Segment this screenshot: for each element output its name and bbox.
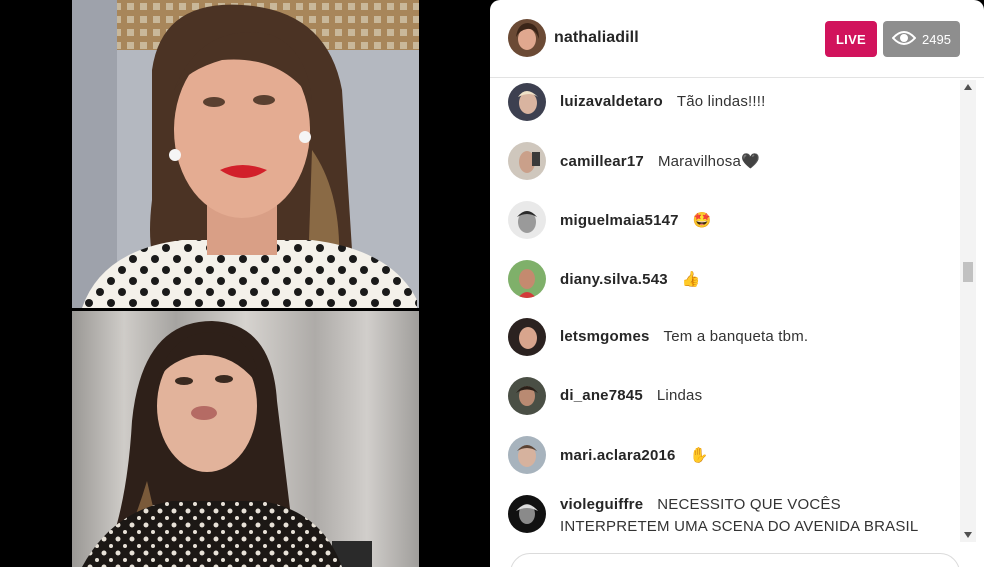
viewer-count-badge: 2495 — [883, 21, 960, 57]
comment-avatar[interactable] — [508, 436, 546, 474]
comment-text: diany.silva.543 👍 — [560, 270, 701, 288]
comment-text: violeguiffre NECESSITO QUE VOCÊS INTERPRE… — [560, 494, 940, 538]
comment-username[interactable]: violeguiffre — [560, 496, 643, 513]
comment-username[interactable]: luizavaldetaro — [560, 93, 663, 110]
comment-text: mari.aclara2016 ✋ — [560, 446, 709, 464]
comment-item: miguelmaia5147 🤩 — [508, 201, 958, 241]
eye-icon — [891, 30, 917, 49]
comment-item: violeguiffre NECESSITO QUE VOCÊS INTERPRE… — [508, 495, 958, 535]
scrollbar-thumb[interactable] — [963, 262, 973, 282]
comment-text: letsmgomes Tem a banqueta tbm. — [560, 328, 808, 345]
avatar-image — [508, 19, 546, 57]
host-username[interactable]: nathaliadill — [554, 29, 639, 47]
comment-avatar[interactable] — [508, 142, 546, 180]
comment-avatar[interactable] — [508, 201, 546, 239]
comment-text: miguelmaia5147 🤩 — [560, 211, 712, 229]
host-video-image — [72, 0, 419, 308]
comment-username[interactable]: miguelmaia5147 — [560, 212, 679, 229]
comment-list: luizavaldetaro Tão lindas!!!! camillear17… — [490, 78, 960, 548]
live-header: nathaliadill LIVE 2495 — [490, 0, 984, 78]
comment-avatar[interactable] — [508, 260, 546, 298]
comment-username[interactable]: mari.aclara2016 — [560, 447, 676, 464]
host-video-feed — [72, 0, 419, 308]
live-video-area — [0, 0, 490, 567]
comment-text: luizavaldetaro Tão lindas!!!! — [560, 93, 766, 110]
comment-item: luizavaldetaro Tão lindas!!!! — [508, 83, 958, 123]
comment-item: letsmgomes Tem a banqueta tbm. — [508, 318, 958, 358]
comment-text: di_ane7845 Lindas — [560, 387, 702, 404]
comment-username[interactable]: camillear17 — [560, 153, 644, 170]
live-label: LIVE — [835, 31, 867, 47]
comment-item: di_ane7845 Lindas — [508, 377, 958, 417]
comment-username[interactable]: letsmgomes — [560, 328, 650, 345]
comment-message: 🤩 — [692, 212, 712, 229]
guest-video-feed — [72, 311, 419, 567]
comment-message: ✋ — [689, 447, 709, 464]
chevron-down-icon[interactable] — [960, 528, 976, 542]
comment-item: mari.aclara2016 ✋ — [508, 436, 958, 476]
viewer-count: 2495 — [922, 31, 951, 47]
comment-input[interactable] — [510, 553, 960, 567]
comment-message: 👍 — [681, 271, 701, 288]
live-badge: LIVE — [825, 21, 877, 57]
comment-message: Maravilhosa🖤 — [657, 153, 760, 170]
comment-avatar[interactable] — [508, 495, 546, 533]
comment-item: diany.silva.543 👍 — [508, 260, 958, 300]
chevron-up-icon[interactable] — [960, 80, 976, 94]
comment-message: Tem a banqueta tbm. — [663, 328, 809, 345]
comment-avatar[interactable] — [508, 377, 546, 415]
comment-username[interactable]: diany.silva.543 — [560, 271, 668, 288]
comment-message: Lindas — [656, 387, 703, 404]
live-comments-panel: nathaliadill LIVE 2495 luizavaldetaro Tão… — [490, 0, 984, 567]
guest-video-image — [72, 311, 419, 567]
comment-message: Tão lindas!!!! — [676, 93, 766, 110]
comments-scrollbar[interactable] — [960, 80, 976, 542]
host-avatar[interactable] — [508, 19, 546, 57]
comment-text: camillear17 Maravilhosa🖤 — [560, 152, 760, 170]
comment-avatar[interactable] — [508, 83, 546, 121]
comment-avatar[interactable] — [508, 318, 546, 356]
comment-username[interactable]: di_ane7845 — [560, 387, 643, 404]
comment-item: camillear17 Maravilhosa🖤 — [508, 142, 958, 182]
